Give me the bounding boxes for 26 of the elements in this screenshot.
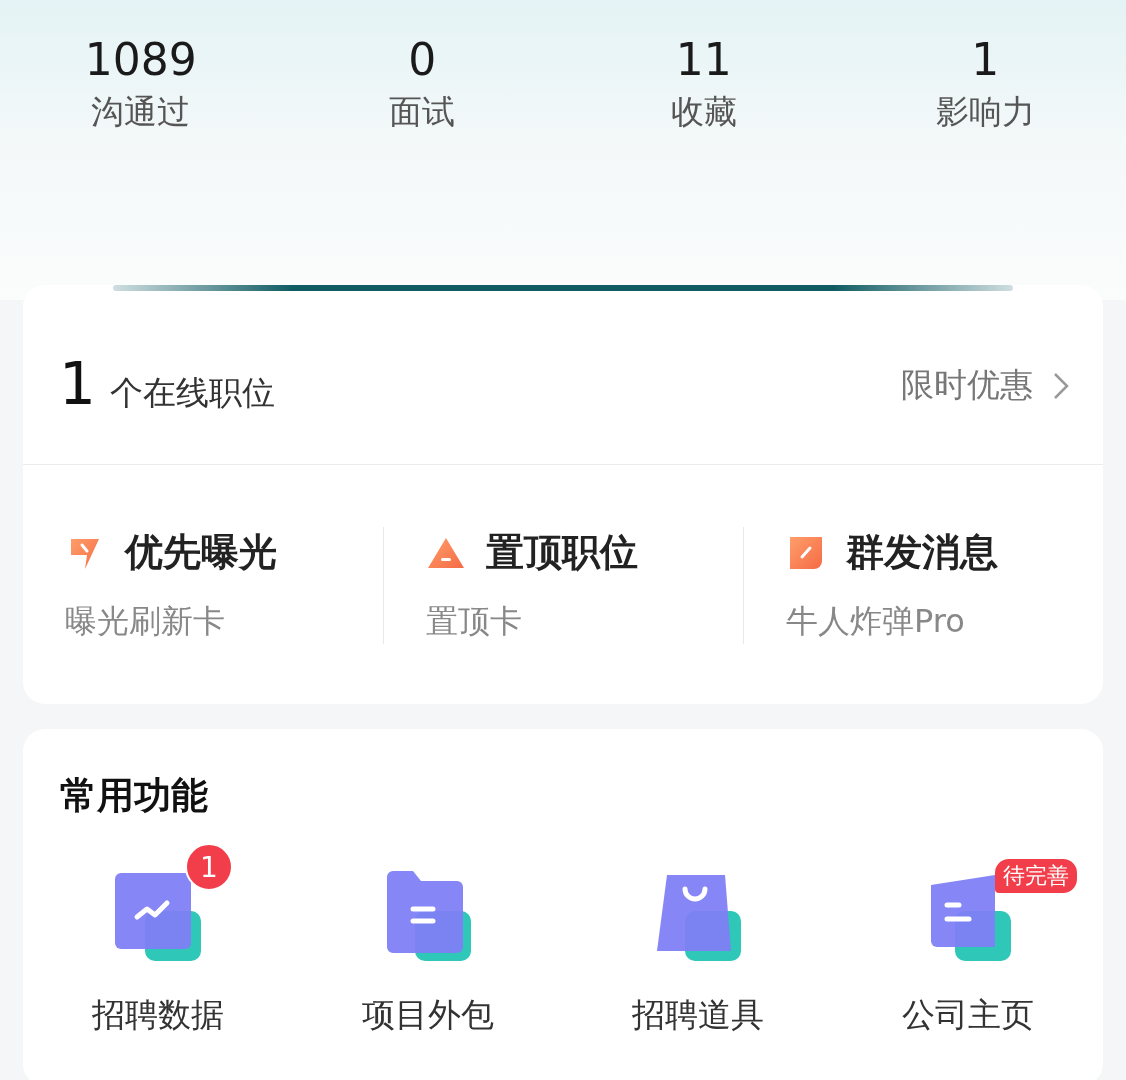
stat-label: 面试: [389, 92, 456, 132]
chart-icon: [113, 871, 203, 963]
status-tag: 待完善: [995, 859, 1077, 893]
function-item[interactable]: 待完善 公司主页: [833, 835, 1103, 1038]
promo-link[interactable]: 限时优惠: [901, 363, 1069, 408]
stat-label: 收藏: [670, 92, 737, 132]
job-count: 1: [59, 355, 96, 413]
promotion-title[interactable]: 群发消息: [846, 527, 998, 578]
promotion-title[interactable]: 优先曝光: [125, 527, 277, 578]
promotion-subtitle: 曝光刷新卡: [65, 601, 226, 642]
chevron-right-icon: [1053, 371, 1069, 400]
section-title: 常用功能: [59, 773, 209, 819]
stat-value: 11: [675, 36, 732, 85]
stat-value: 1: [971, 36, 1000, 85]
stat-value: 1089: [84, 36, 197, 85]
stat-label: 沟通过: [91, 92, 191, 132]
promotion-title[interactable]: 置顶职位: [486, 527, 638, 578]
function-item[interactable]: 项目外包: [293, 835, 563, 1038]
function-item[interactable]: 1 招聘数据: [23, 835, 293, 1038]
notification-badge: 1: [185, 843, 233, 891]
promotion-subtitle: 牛人炸弹Pro: [786, 601, 966, 642]
stat-value: 0: [408, 36, 437, 85]
jobs-label: 个在线职位: [109, 372, 275, 414]
function-item[interactable]: 招聘道具: [563, 835, 833, 1038]
promotion-subtitle: 置顶卡: [426, 601, 523, 642]
stat-label: 影响力: [935, 92, 1035, 132]
